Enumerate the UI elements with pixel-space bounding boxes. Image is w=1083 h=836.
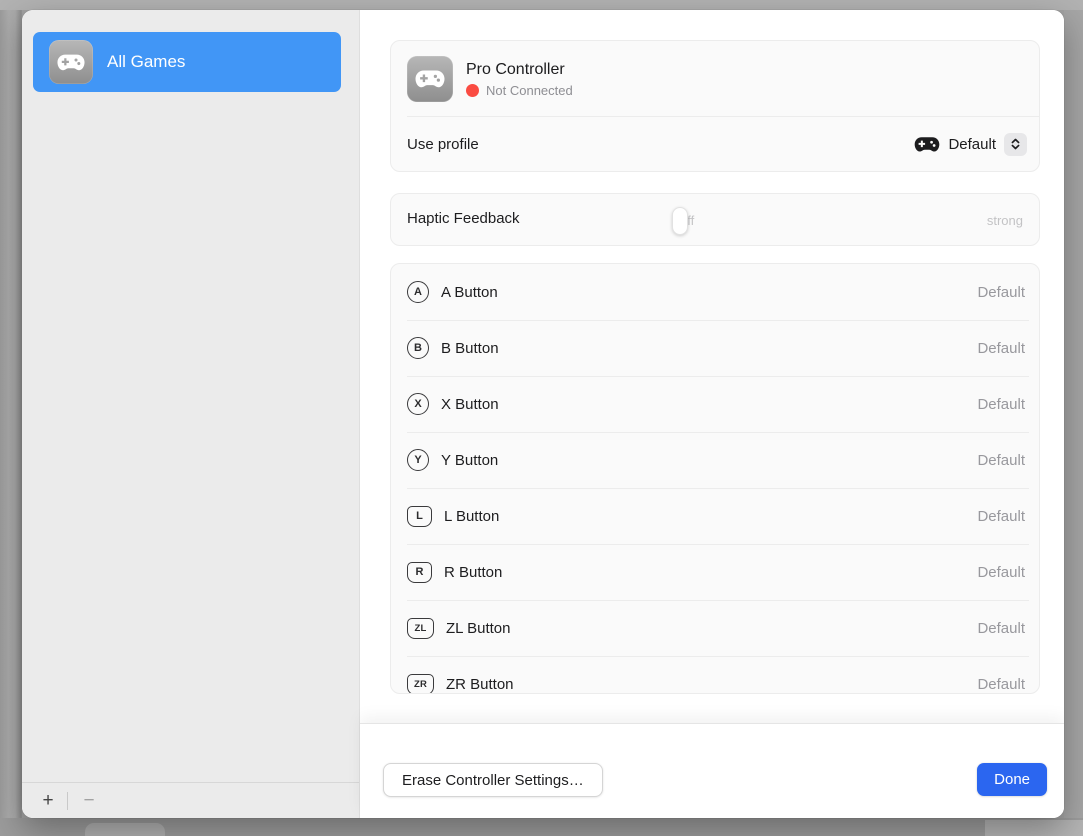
button-row-label: ZR Button xyxy=(446,676,977,693)
button-row-value: Default xyxy=(977,452,1025,469)
zl-button-icon: ZL xyxy=(407,618,434,639)
erase-controller-settings-button[interactable]: Erase Controller Settings… xyxy=(383,763,603,797)
background-window-right xyxy=(1064,10,1083,818)
background-window-artifact xyxy=(985,820,1083,836)
button-row[interactable]: ZL ZL ButtonDefault xyxy=(391,600,1039,656)
background-window-bottom xyxy=(0,818,1083,836)
status-dot-icon xyxy=(466,84,479,97)
device-header: Pro Controller Not Connected xyxy=(391,41,1039,116)
button-row-label: A Button xyxy=(441,284,977,301)
y-button-icon: Y xyxy=(407,449,429,471)
x-button-icon: X xyxy=(407,393,429,415)
button-row-value: Default xyxy=(977,340,1025,357)
controller-settings-sheet: All Games + − Pro Controller xyxy=(22,10,1064,818)
sidebar-footer: + − xyxy=(22,782,359,818)
r-button-icon: R xyxy=(407,562,432,583)
background-window-left xyxy=(0,10,22,818)
use-profile-row: Use profile Default xyxy=(391,117,1039,171)
button-list: AA ButtonDefaultBB ButtonDefaultXX Butto… xyxy=(390,263,1040,694)
background-window-top xyxy=(0,0,1083,10)
button-row-label: ZL Button xyxy=(446,620,977,637)
a-button-icon: A xyxy=(407,281,429,303)
sheet-footer: Erase Controller Settings… Done xyxy=(360,723,1064,818)
haptic-feedback-label: Haptic Feedback xyxy=(407,207,520,228)
games-sidebar: All Games + − xyxy=(22,10,360,818)
button-row[interactable]: L L ButtonDefault xyxy=(391,488,1039,544)
footer-divider xyxy=(67,792,68,810)
chevron-up-down-icon[interactable] xyxy=(1004,133,1027,156)
done-button[interactable]: Done xyxy=(977,763,1047,796)
button-row[interactable]: ZR ZR ButtonDefault xyxy=(391,656,1039,694)
device-name: Pro Controller xyxy=(466,61,573,79)
button-row[interactable]: R R ButtonDefault xyxy=(391,544,1039,600)
button-row[interactable]: Y Y ButtonDefault xyxy=(391,432,1039,488)
sidebar-item-label: All Games xyxy=(107,52,185,72)
status-text: Not Connected xyxy=(486,83,573,98)
button-row[interactable]: B B ButtonDefault xyxy=(391,320,1039,376)
haptic-feedback-slider[interactable]: off strong xyxy=(680,207,1023,228)
background-window-artifact xyxy=(85,823,165,836)
gamepad-icon xyxy=(407,56,453,102)
add-button[interactable]: + xyxy=(35,788,61,814)
use-profile-label: Use profile xyxy=(407,136,479,153)
controller-detail-panel: Pro Controller Not Connected Use profile xyxy=(360,10,1064,818)
profile-popup-value: Default xyxy=(948,136,996,153)
remove-button[interactable]: − xyxy=(76,788,102,814)
device-status: Not Connected xyxy=(466,83,573,98)
gamepad-icon xyxy=(914,136,940,153)
button-row-value: Default xyxy=(977,676,1025,693)
profile-popup-button[interactable]: Default xyxy=(914,133,1027,156)
button-row-label: L Button xyxy=(444,508,977,525)
sidebar-item-all-games[interactable]: All Games xyxy=(33,32,341,92)
button-row-label: R Button xyxy=(444,564,977,581)
button-row-value: Default xyxy=(977,620,1025,637)
button-row[interactable]: A A ButtonDefault xyxy=(391,264,1039,320)
screen: All Games + − Pro Controller xyxy=(0,0,1083,836)
b-button-icon: B xyxy=(407,337,429,359)
button-row-value: Default xyxy=(977,564,1025,581)
button-row-label: X Button xyxy=(441,396,977,413)
l-button-icon: L xyxy=(407,506,432,527)
slider-max-label: strong xyxy=(987,213,1023,228)
button-row-value: Default xyxy=(977,284,1025,301)
haptic-feedback-card: Haptic Feedback off strong xyxy=(390,193,1040,246)
button-row-value: Default xyxy=(977,508,1025,525)
button-row-label: Y Button xyxy=(441,452,977,469)
device-card: Pro Controller Not Connected Use profile xyxy=(390,40,1040,172)
button-row-value: Default xyxy=(977,396,1025,413)
button-row[interactable]: X X ButtonDefault xyxy=(391,376,1039,432)
gamepad-icon xyxy=(49,40,93,84)
slider-knob[interactable] xyxy=(672,207,688,235)
settings-scroll-area: Pro Controller Not Connected Use profile xyxy=(360,10,1064,723)
zr-button-icon: ZR xyxy=(407,674,434,695)
button-row-label: B Button xyxy=(441,340,977,357)
